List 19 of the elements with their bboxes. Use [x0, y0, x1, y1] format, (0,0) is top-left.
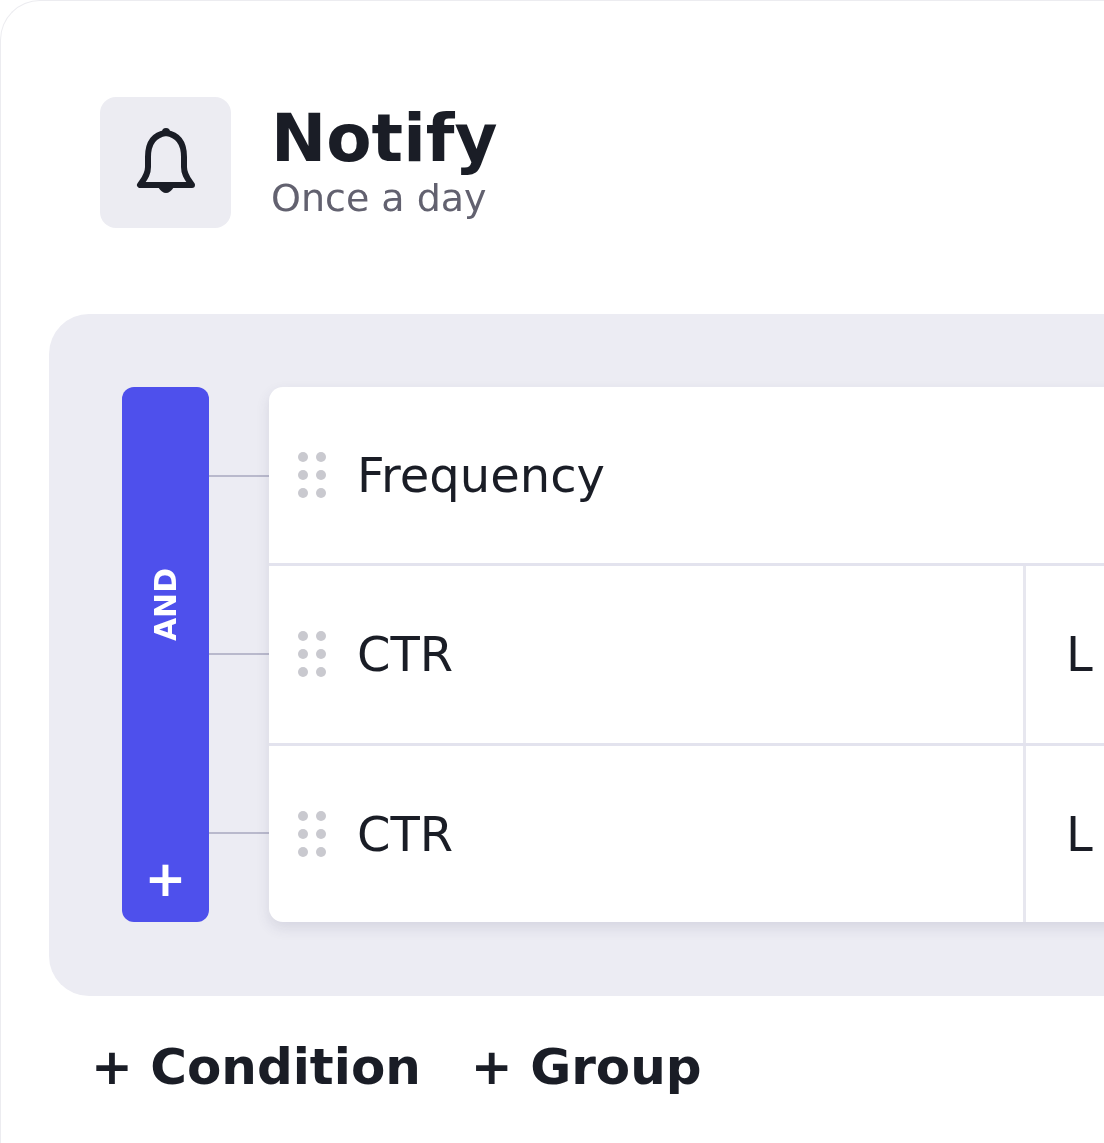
- add-action-link[interactable]: + Group: [470, 1038, 702, 1096]
- drag-handle-icon[interactable]: [297, 451, 327, 500]
- drag-handle-icon[interactable]: [297, 630, 327, 679]
- condition-field[interactable]: Frequency: [357, 447, 605, 504]
- subtitle: Once a day: [271, 176, 488, 222]
- condition-operator[interactable]: L: [1066, 805, 1093, 862]
- condition-operator[interactable]: L: [1066, 626, 1093, 683]
- operator-label: AND: [148, 567, 183, 642]
- title: Notify: [271, 103, 498, 176]
- connector-line: [209, 475, 269, 478]
- connector-line: [209, 831, 269, 834]
- bell-icon: [100, 97, 231, 228]
- operator-bar[interactable]: AND +: [122, 387, 209, 922]
- add-action-link[interactable]: + Condition: [91, 1038, 421, 1096]
- condition-field[interactable]: CTR: [357, 626, 454, 683]
- drag-handle-icon[interactable]: [297, 809, 327, 858]
- condition-field[interactable]: CTR: [357, 805, 454, 862]
- connector-line: [209, 653, 269, 656]
- add-button[interactable]: +: [144, 854, 187, 904]
